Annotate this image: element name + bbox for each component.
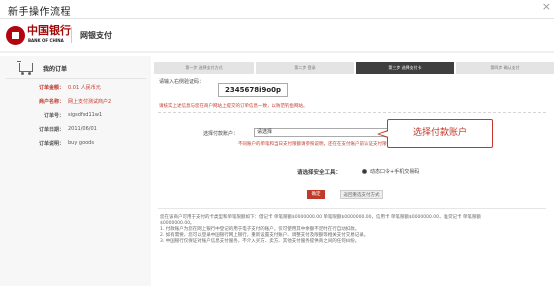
phishing-warning: 请核实上述信息与您在商户网站上提交的订单信息一致，以防范钓鱼网站。: [159, 104, 308, 109]
back-button[interactable]: 返回重选支付方式: [340, 190, 383, 199]
info-line: 3. 中国银行仅保证对账户信息支付服务，不介入买方、卖方、其他支付服务提供商之间…: [160, 239, 360, 244]
window-title: 新手操作流程: [8, 7, 71, 18]
order-value: 网上支付测试商户2: [68, 99, 112, 105]
order-value: 2011/06/01: [68, 126, 97, 132]
product-title: 网银支付: [80, 31, 112, 40]
header-band: [0, 51, 554, 53]
order-label: 订单说明：: [38, 141, 64, 147]
card-note: 不同账户的单笔和当日支付限额请参照说明，还在在支付账户前认证支付限额。: [238, 142, 396, 147]
step-2: 第二步 登录: [256, 62, 354, 74]
card-select[interactable]: 请选择▼: [254, 128, 394, 137]
step-3-current: 第三步 选择支付卡: [356, 62, 454, 74]
verify-code-field: 2345678i9o0p: [218, 83, 288, 97]
order-label: 订单金额：: [38, 85, 64, 91]
title-divider: [0, 18, 554, 19]
security-label: 请选择安全工具：: [297, 170, 342, 176]
bank-name: 中国银行: [27, 24, 71, 37]
step-4: 第四步 确认支付: [456, 62, 554, 74]
info-divider: [158, 208, 546, 209]
order-label: 订单号：: [43, 113, 64, 119]
card-select-value: 请选择: [257, 129, 273, 135]
close-icon[interactable]: ×: [542, 0, 551, 13]
card-label: 选择付款账户：: [203, 131, 239, 137]
order-value: buy goods: [68, 140, 94, 146]
order-label: 商户名称：: [38, 99, 64, 105]
order-value: sigsdfsd11w1: [68, 112, 103, 118]
bank-name-en: BANK OF CHINA: [28, 38, 64, 43]
header-divider: [71, 27, 72, 43]
verify-label: 请输入右侧验证码：: [159, 79, 205, 85]
callout-tooltip: 选择付款账户: [377, 119, 493, 148]
order-title: 我的订单: [43, 66, 68, 73]
order-divider: [6, 78, 146, 79]
section-divider: [158, 112, 546, 113]
security-option: 动态口令+手机交易码: [370, 169, 420, 175]
step-bar: 第一步 选择支付方式 第二步 登录 第三步 选择支付卡 第四步 确认支付: [154, 62, 554, 74]
confirm-button[interactable]: 确定: [307, 190, 325, 199]
order-label: 订单日期：: [38, 127, 64, 133]
security-radio[interactable]: [362, 169, 367, 174]
bank-logo-icon: [6, 26, 25, 45]
order-value: 0.01 人民币元: [68, 85, 101, 91]
step-1: 第一步 选择支付方式: [154, 62, 254, 74]
